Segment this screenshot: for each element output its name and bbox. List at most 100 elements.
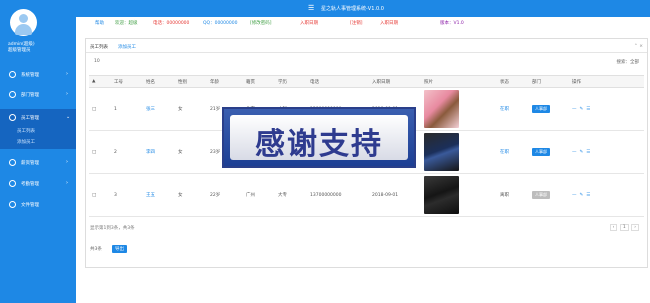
watermark-inner: 感谢支持 [230,115,408,162]
pagination-info: 显示第1到3条，共3条 [90,226,135,231]
column-header[interactable]: 部门 [529,75,569,88]
sidebar-item-files[interactable]: 文件管理 [0,196,76,213]
sidebar-item-label: 文件管理 [21,203,39,208]
cell-name[interactable]: 张三 [143,87,175,131]
sidebar-item-system[interactable]: 系统管理 › [0,66,76,83]
edit-icon[interactable]: ✎ [580,107,584,112]
delete-icon[interactable]: — [572,150,577,155]
top-header: ☰ 星之轨人事管理系统-V1.0.0 [76,0,650,17]
cell-phone: 13700000000 [307,173,369,217]
page-size-select[interactable]: 10 [94,59,100,64]
view-icon[interactable]: ☰ [586,107,590,112]
cell-sex: 女 [175,87,207,131]
gear-icon [9,71,16,78]
file-icon [9,201,16,208]
column-header[interactable]: 入职日期 [369,75,421,88]
column-header[interactable]: 籍贯 [243,75,275,88]
cell-photo [421,130,497,174]
info-welcome: 欢迎：超级 [115,21,138,26]
column-header[interactable]: 学历 [275,75,307,88]
dept-badge: 人事部 [532,148,550,156]
avatar-body-shape [15,24,32,35]
menu-icon[interactable]: ☰ [308,4,314,12]
department-icon [9,91,16,98]
cell-status: 在职 [497,87,529,131]
watermark-banner: 感谢支持 [222,107,416,168]
table-header-row: ▲ 工号 姓名 性别 年龄 籍贯 学历 电话 入职日期 照片 状态 部门 操作 [89,75,644,88]
cell-dept: 人事部 [529,130,569,174]
chevron-right-icon: › [66,180,68,186]
submenu-add-employee[interactable]: 添加员工 [17,139,35,145]
column-checkbox[interactable]: ▲ [89,75,111,88]
info-version: 版本：V1.0 [440,21,464,26]
sidebar-item-label: 员工管理 [21,116,39,121]
logout-link[interactable]: [注销] [350,20,363,26]
delete-icon[interactable]: — [572,107,577,112]
cell-id: 1 [111,87,143,131]
prev-page-button[interactable]: ‹ [609,224,618,231]
edit-icon[interactable]: ✎ [580,193,584,198]
info-qq: QQ：00000000 [203,21,238,26]
change-password-link[interactable]: [修改密码] [250,20,272,26]
submenu-employee-list[interactable]: 员工列表 [17,128,35,134]
user-icon [9,114,16,121]
cell-id: 2 [111,130,143,174]
column-header[interactable]: 姓名 [143,75,175,88]
cell-dept: 人事部 [529,87,569,131]
sidebar-item-department[interactable]: 部门管理 › [0,86,76,103]
user-avatar[interactable] [10,9,37,36]
employee-photo[interactable] [424,176,459,214]
row-checkbox[interactable]: □ [89,130,111,174]
employee-submenu: 员工列表 添加员工 [0,124,76,149]
info-phone: 电话：00000000 [153,21,190,26]
search-filter[interactable]: 搜索：全部 [617,59,640,65]
cell-actions: — ✎ ☰ [569,173,644,217]
watermark-text: 感谢支持 [255,127,383,162]
sidebar-item-salary[interactable]: 薪资管理 › [0,154,76,171]
employee-photo[interactable] [424,90,459,128]
chevron-down-icon: ⌄ [66,114,71,120]
column-header[interactable]: 性别 [175,75,207,88]
tab-bar: 员工列表 添加员工 ⌃ × [86,39,647,53]
user-role: 超级管理员 [8,48,31,53]
edit-icon[interactable]: ✎ [580,150,584,155]
cell-photo [421,173,497,217]
view-icon[interactable]: ☰ [586,150,590,155]
app-title: 星之轨人事管理系统-V1.0.0 [321,6,384,12]
avatar-head-shape [19,14,28,23]
sidebar-item-attendance[interactable]: 考勤管理 › [0,175,76,192]
delete-icon[interactable]: — [572,193,577,198]
table-row[interactable]: □ 3 王五 女 22岁 广州 大专 13700000000 2018-09-0… [89,173,644,217]
export-button[interactable]: 导出 [112,245,127,253]
cell-sex: 女 [175,130,207,174]
page-button[interactable]: 1 [619,224,629,231]
table-toolbar: 10 搜索：全部 [86,59,647,69]
app-root: admin(超级) 超级管理员 系统管理 › 部门管理 › 员工管理 ⌄ 员工列… [0,0,650,303]
row-checkbox[interactable]: □ [89,173,111,217]
column-header[interactable]: 年龄 [207,75,243,88]
cell-actions: — ✎ ☰ [569,87,644,131]
cell-id: 3 [111,173,143,217]
column-header: 操作 [569,75,644,88]
tab-actions[interactable]: ⌃ × [634,44,643,49]
info-date-a: 入职日期 [300,21,318,26]
tab-employee-list[interactable]: 员工列表 [90,44,108,50]
dept-badge: 人事部 [532,105,550,113]
cell-sex: 女 [175,173,207,217]
sidebar-item-label: 部门管理 [21,93,39,98]
chevron-right-icon: › [66,159,68,165]
cell-status: 在职 [497,130,529,174]
column-header: 照片 [421,75,497,88]
view-icon[interactable]: ☰ [586,193,590,198]
column-header[interactable]: 工号 [111,75,143,88]
row-checkbox[interactable]: □ [89,87,111,131]
info-help[interactable]: 帮助 [95,20,104,26]
column-header[interactable]: 电话 [307,75,369,88]
cell-name[interactable]: 李四 [143,130,175,174]
tab-add-employee[interactable]: 添加员工 [118,44,136,50]
chevron-right-icon: › [66,91,68,97]
next-page-button[interactable]: › [631,224,639,231]
cell-name[interactable]: 王五 [143,173,175,217]
column-header[interactable]: 状态 [497,75,529,88]
employee-photo[interactable] [424,133,459,171]
